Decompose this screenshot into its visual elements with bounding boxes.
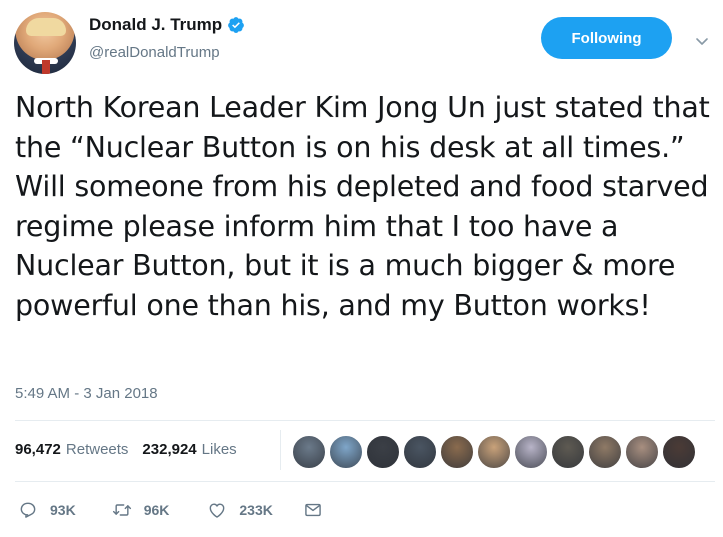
engagement-stats: 96,472 Retweets 232,924 Likes [15,441,237,458]
liker-avatar[interactable] [440,435,474,469]
liker-avatar[interactable] [625,435,659,469]
direct-message-button[interactable] [303,500,323,520]
liker-avatar[interactable] [366,435,400,469]
liker-avatar[interactable] [662,435,696,469]
handle[interactable]: @realDonaldTrump [89,44,220,61]
divider [15,481,715,482]
liker-avatars [292,435,699,469]
retweets-label: Retweets [65,441,129,458]
retweet-button[interactable]: 96K [112,500,170,520]
tweet-card: Donald J. Trump @realDonaldTrump Followi… [0,0,723,537]
liker-avatar[interactable] [477,435,511,469]
likes-label: Likes [201,441,237,458]
avatar-hair [26,18,66,36]
retweets-stat[interactable]: 96,472 Retweets [15,441,128,458]
liker-avatar[interactable] [292,435,326,469]
reply-icon [20,502,36,518]
reply-count: 93K [50,502,76,518]
envelope-icon [305,503,321,517]
liker-avatar[interactable] [588,435,622,469]
likes-stat[interactable]: 232,924 Likes [142,441,236,458]
avatar-tie [42,60,50,74]
avatar[interactable] [14,12,76,74]
like-button[interactable]: 233K [207,500,273,520]
reply-button[interactable]: 93K [18,500,76,520]
liker-avatar[interactable] [403,435,437,469]
retweet-count: 96K [143,502,170,518]
following-button[interactable]: Following [541,17,672,59]
tweet-text: North Korean Leader Kim Jong Un just sta… [15,91,710,322]
like-count: 233K [239,502,273,518]
tweet-actions: 93K 96K 233K [18,500,323,520]
retweets-count: 96,472 [15,441,61,458]
retweet-icon [112,504,131,516]
liker-avatar[interactable] [514,435,548,469]
divider [15,420,715,421]
liker-avatar[interactable] [551,435,585,469]
stats-separator [280,430,281,470]
chevron-down-icon[interactable] [694,33,710,49]
heart-icon [210,503,225,518]
display-name[interactable]: Donald J. Trump [89,15,222,35]
likes-count: 232,924 [142,441,197,458]
liker-avatar[interactable] [329,435,363,469]
verified-badge-icon [227,16,245,34]
name-row: Donald J. Trump [89,15,245,35]
timestamp[interactable]: 5:49 AM - 3 Jan 2018 [15,385,158,402]
